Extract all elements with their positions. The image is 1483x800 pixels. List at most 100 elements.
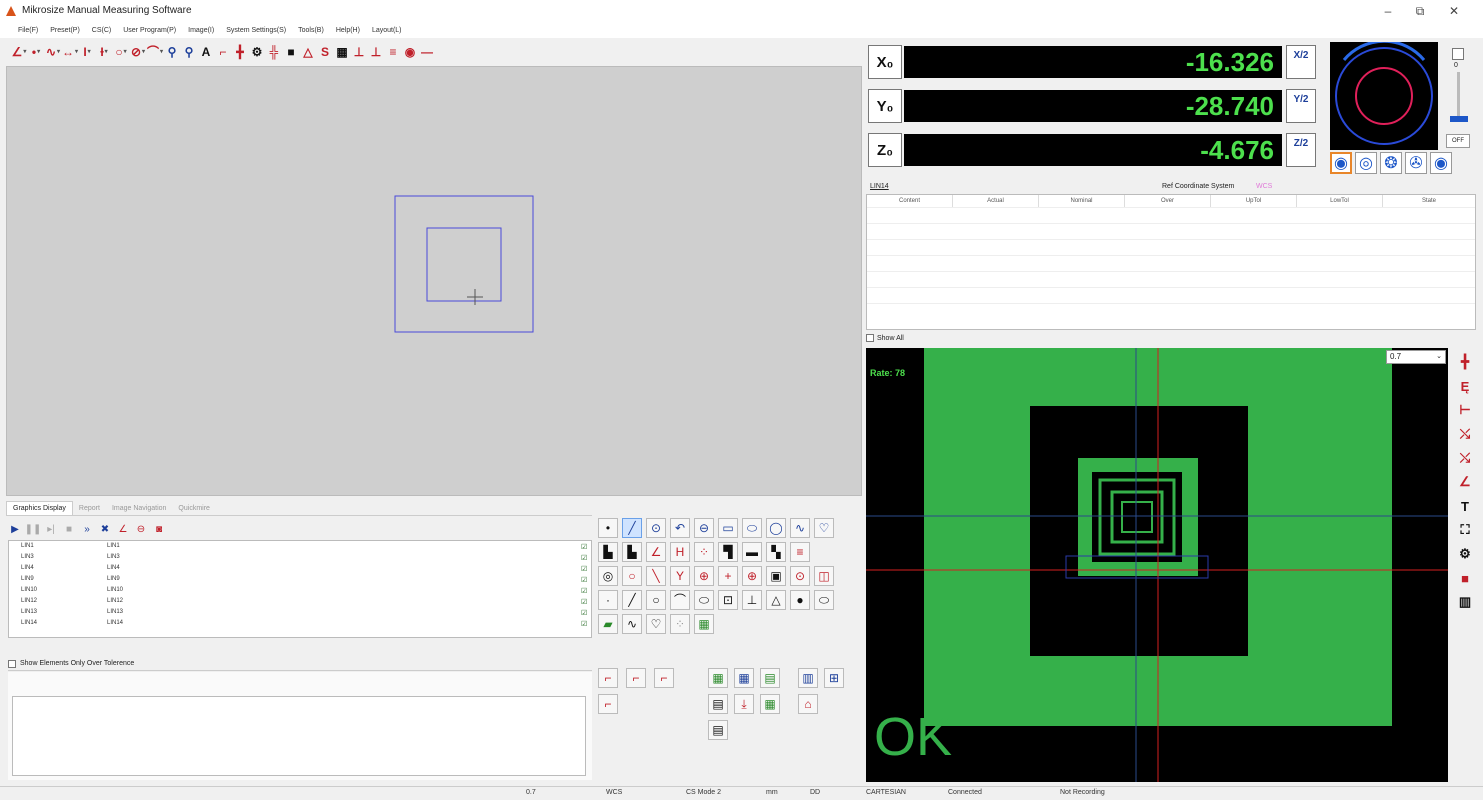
probe-tool-icon[interactable]: ⌐	[216, 44, 230, 60]
level-icon[interactable]: ⊥	[742, 590, 762, 610]
menu-system-settings[interactable]: System Settings(S)	[226, 27, 286, 34]
image-icon[interactable]: ▣	[766, 566, 786, 586]
point-tool-icon[interactable]: •	[29, 44, 43, 60]
target-icon[interactable]: ⊕	[742, 566, 762, 586]
arc-thin-icon[interactable]: ⌒	[670, 590, 690, 610]
edge-tool-icon[interactable]: Ę	[1454, 376, 1476, 396]
barcode-icon[interactable]: ▥	[1454, 592, 1476, 612]
check-icon[interactable]: ☑	[581, 609, 587, 617]
menu-image[interactable]: Image(I)	[188, 27, 214, 34]
angle-icon[interactable]: ∠	[646, 542, 666, 562]
line-tool-icon[interactable]: ∿	[46, 44, 60, 60]
menu-user-program[interactable]: User Program(P)	[123, 27, 176, 34]
stop-icon[interactable]: ■	[62, 522, 76, 536]
x-axis-button[interactable]: X₀	[868, 45, 902, 79]
menu-preset[interactable]: Preset(P)	[50, 27, 80, 34]
segment-light-icon[interactable]: ❂	[1380, 152, 1402, 174]
rectangle-icon[interactable]: ▭	[718, 518, 738, 538]
align-center-icon[interactable]: ⊥	[352, 44, 366, 60]
quadrant-light-icon[interactable]: ✇	[1405, 152, 1427, 174]
list-item[interactable]: LIN13 LIN13 ☑	[21, 609, 591, 617]
baseline-tool-icon[interactable]: ⊥	[369, 44, 383, 60]
menu-help[interactable]: Help(H)	[336, 27, 360, 34]
edge-detect-icon[interactable]: ⤯	[1454, 424, 1476, 444]
text-annotation-icon[interactable]: T	[1454, 496, 1476, 516]
probe-a-icon[interactable]: ⌐	[598, 668, 618, 688]
cloud-icon[interactable]: ⁘	[670, 614, 690, 634]
minimize-button[interactable]: –	[1378, 3, 1398, 19]
edges-icon[interactable]: ▜	[718, 542, 738, 562]
ring-icon[interactable]: ◯	[766, 518, 786, 538]
dash-tool-icon[interactable]: —	[420, 44, 434, 60]
check-icon[interactable]: ☑	[581, 620, 587, 628]
ring-light-full-icon[interactable]: ◉	[1330, 152, 1352, 174]
graphics-canvas[interactable]	[6, 66, 862, 496]
list-item[interactable]: LIN12 LIN12 ☑	[21, 598, 591, 606]
slider-check-icon[interactable]	[1452, 48, 1464, 60]
box-icon[interactable]: ⊡	[718, 590, 738, 610]
parallel-tool-icon[interactable]: ≡	[386, 44, 400, 60]
home-icon[interactable]: ⌂	[798, 694, 818, 714]
y-half-button[interactable]: Y/2	[1286, 89, 1316, 123]
check-icon[interactable]: ☑	[581, 587, 587, 595]
record-tool-icon[interactable]: ◉	[403, 44, 417, 60]
element-list[interactable]: LIN1 LIN1 ☑ LIN3 LIN3 ☑ LIN4 LIN4 ☑ LIN9…	[8, 540, 592, 638]
probe-d-icon[interactable]: ⌐	[598, 694, 618, 714]
circle-center-icon[interactable]: ⊙	[646, 518, 666, 538]
distance-tool-icon[interactable]: ↔	[62, 44, 77, 60]
ring-bold-icon[interactable]: ●	[790, 590, 810, 610]
word-export-icon[interactable]: ▦	[734, 668, 754, 688]
light-ring-display[interactable]	[1330, 39, 1438, 150]
scatter-icon[interactable]: ⁘	[694, 542, 714, 562]
z-half-button[interactable]: Z/2	[1286, 133, 1316, 167]
angle-tool-icon[interactable]: ∠	[12, 44, 26, 60]
tools-icon[interactable]: ✖	[98, 522, 112, 536]
sheet-export-icon[interactable]: ▤	[760, 668, 780, 688]
fast-forward-icon[interactable]: »	[80, 522, 94, 536]
z-axis-button[interactable]: Z₀	[868, 133, 902, 167]
caliper-icon[interactable]: ⊢	[1454, 400, 1476, 420]
ring-red-icon[interactable]: ○	[622, 566, 642, 586]
concentric-icon[interactable]: ◎	[598, 566, 618, 586]
light-intensity-slider[interactable]: 0 OFF	[1446, 48, 1472, 158]
ref-cs-value[interactable]: WCS	[1256, 183, 1272, 190]
diameter-tool-icon[interactable]: ⊘	[131, 44, 145, 60]
diagonal-icon[interactable]: ╲	[646, 566, 666, 586]
curve-icon[interactable]: ∿	[790, 518, 810, 538]
slot-icon[interactable]: ⬭	[742, 518, 762, 538]
fill-tool-icon[interactable]: ■	[284, 44, 298, 60]
step-height-icon[interactable]: ▙	[598, 542, 618, 562]
chart-icon[interactable]: ▥	[798, 668, 818, 688]
close-button[interactable]: ✕	[1444, 3, 1464, 19]
step-icon[interactable]: ▸|	[44, 522, 58, 536]
y-axis-button[interactable]: Y₀	[868, 89, 902, 123]
angle-measure-icon[interactable]: ∠	[1454, 472, 1476, 492]
profile-icon[interactable]: ▬	[742, 542, 762, 562]
circle-tool-icon[interactable]: ○	[114, 44, 128, 60]
camera-icon[interactable]: ◙	[152, 522, 166, 536]
menu-tools[interactable]: Tools(B)	[298, 27, 324, 34]
excel-export-icon[interactable]: ▦	[708, 668, 728, 688]
settings-gear-icon[interactable]: ⚙	[250, 44, 264, 60]
shape-icon[interactable]: ♡	[646, 614, 666, 634]
list-item[interactable]: LIN14 LIN14 ☑	[21, 620, 591, 628]
parallel-lines-icon[interactable]: ≡	[790, 542, 810, 562]
triangle-tool-icon[interactable]: △	[301, 44, 315, 60]
line-thin-icon[interactable]: ╱	[622, 590, 642, 610]
grid-options-icon[interactable]: ⊞	[824, 668, 844, 688]
intersect-icon[interactable]: Y	[670, 566, 690, 586]
freeform-icon[interactable]: ♡	[814, 518, 834, 538]
fit-screen-icon[interactable]: ⛶	[1454, 520, 1476, 540]
capsule-icon[interactable]: ⬭	[814, 590, 834, 610]
list-item[interactable]: LIN9 LIN9 ☑	[21, 576, 591, 584]
list-item[interactable]: LIN3 LIN3 ☑	[21, 554, 591, 562]
tab-graphics-display[interactable]: Graphics Display	[6, 501, 73, 515]
result-text-box[interactable]	[12, 696, 586, 776]
check-icon[interactable]: ☑	[581, 543, 587, 551]
camera-settings-icon[interactable]: ⚙	[1454, 544, 1476, 564]
ellipse-icon[interactable]: ⊖	[694, 518, 714, 538]
menu-file[interactable]: File(F)	[18, 27, 38, 34]
angle-edit-icon[interactable]: ∠	[116, 522, 130, 536]
list-item[interactable]: LIN4 LIN4 ☑	[21, 565, 591, 573]
arc-tool-icon[interactable]: ⌒	[147, 44, 162, 60]
